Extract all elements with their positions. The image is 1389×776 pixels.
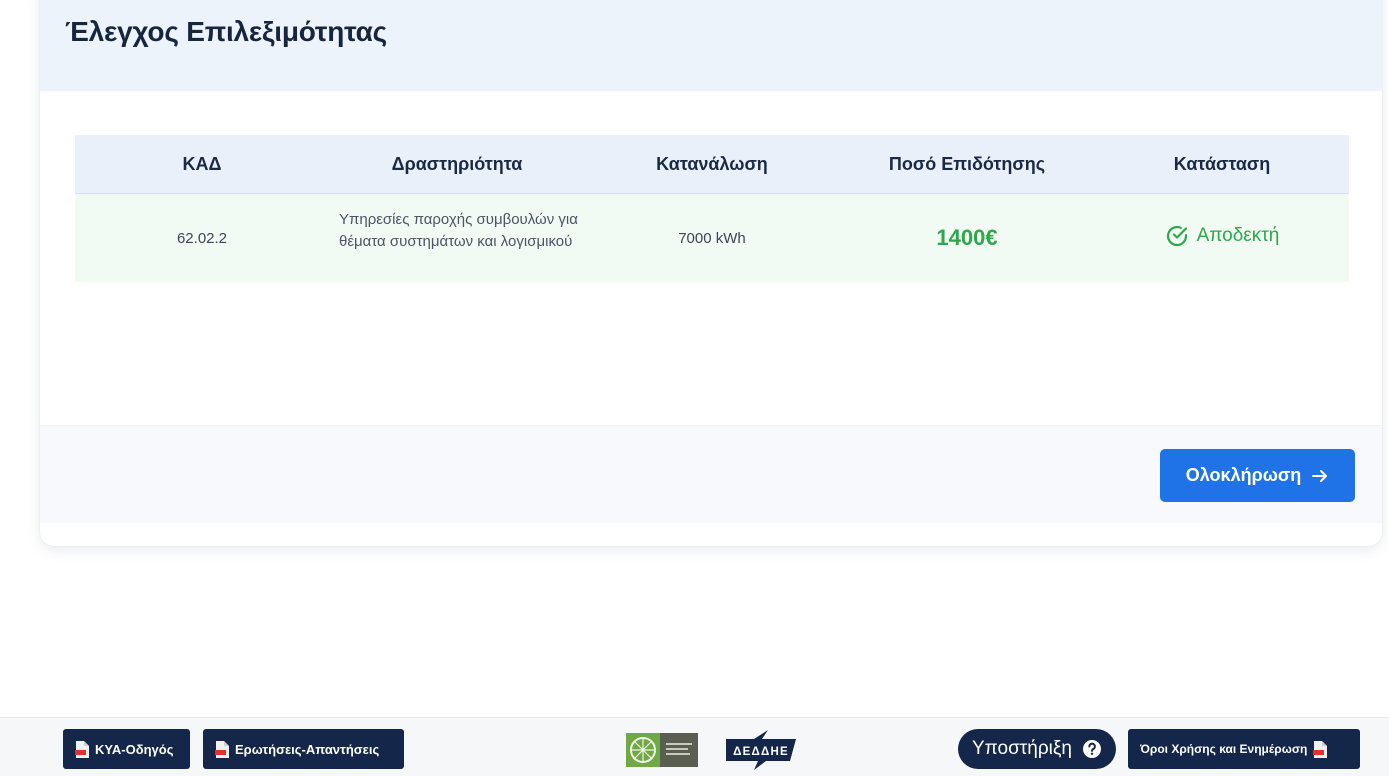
support-label: Υποστήριξη — [972, 738, 1072, 759]
deddie-logo-text: ΔΕΔΔΗΕ — [733, 746, 789, 758]
pdf-icon — [75, 740, 89, 758]
terms-button[interactable]: Όροι Χρήσης και Ενημέρωση — [1128, 729, 1360, 769]
eligibility-card: Έλεγχος Επιλεξιμότητας ΚΑΔ Δραστηριότητα… — [40, 0, 1382, 546]
kya-guide-button[interactable]: ΚΥΑ-Οδηγός — [63, 729, 190, 769]
header-kad: ΚΑΔ — [182, 153, 222, 174]
table-header: ΚΑΔ Δραστηριότητα Κατανάλωση Ποσό Επιδότ… — [75, 135, 1349, 194]
faq-label: Ερωτήσεις-Απαντήσεις — [235, 741, 380, 757]
support-button[interactable]: Υποστήριξη — [958, 729, 1116, 769]
ministry-logo — [626, 733, 698, 772]
kya-guide-label: ΚΥΑ-Οδηγός — [95, 741, 174, 757]
card-header: Έλεγχος Επιλεξιμότητας — [40, 0, 1382, 91]
complete-button-label: Ολοκλήρωση — [1185, 465, 1302, 485]
status-label: Αποδεκτή — [1196, 225, 1280, 246]
header-amount: Ποσό Επιδότησης — [888, 153, 1046, 174]
faq-button[interactable]: Ερωτήσεις-Απαντήσεις — [203, 729, 404, 769]
status-badge: Αποδεκτή — [1165, 224, 1280, 248]
terms-label: Όροι Χρήσης και Ενημέρωση — [1140, 742, 1308, 756]
cell-amount: 1400€ — [936, 225, 998, 250]
bottom-bar: ΚΥΑ-Οδηγός Ερωτήσεις-Απαντήσεις ΔΕΔΔΗΕ Υ… — [0, 717, 1389, 776]
cell-activity: Υπηρεσίες παροχής συμβουλών για θέματα σ… — [339, 211, 578, 250]
arrow-right-icon — [1312, 469, 1328, 482]
page-title: Έλεγχος Επιλεξιμότητας — [65, 16, 388, 47]
table-row: 62.02.2 Υπηρεσίες παροχής συμβουλών για … — [75, 194, 1349, 282]
cell-consumption: 7000 kWh — [678, 229, 746, 247]
check-circle-icon — [1166, 225, 1187, 247]
pdf-icon — [215, 740, 229, 758]
card-footer: Ολοκλήρωση — [40, 425, 1382, 523]
complete-button[interactable]: Ολοκλήρωση — [1160, 449, 1355, 502]
question-circle-icon — [1082, 740, 1101, 758]
eligibility-table: ΚΑΔ Δραστηριότητα Κατανάλωση Ποσό Επιδότ… — [75, 135, 1349, 282]
header-consumption: Κατανάλωση — [656, 153, 768, 174]
deddie-logo: ΔΕΔΔΗΕ — [724, 730, 798, 775]
cell-kad: 62.02.2 — [176, 229, 228, 247]
pdf-icon — [1313, 740, 1328, 758]
header-activity: Δραστηριότητα — [391, 153, 523, 174]
cell-status: Αποδεκτή — [1095, 224, 1349, 252]
header-status: Κατάσταση — [1173, 153, 1271, 174]
